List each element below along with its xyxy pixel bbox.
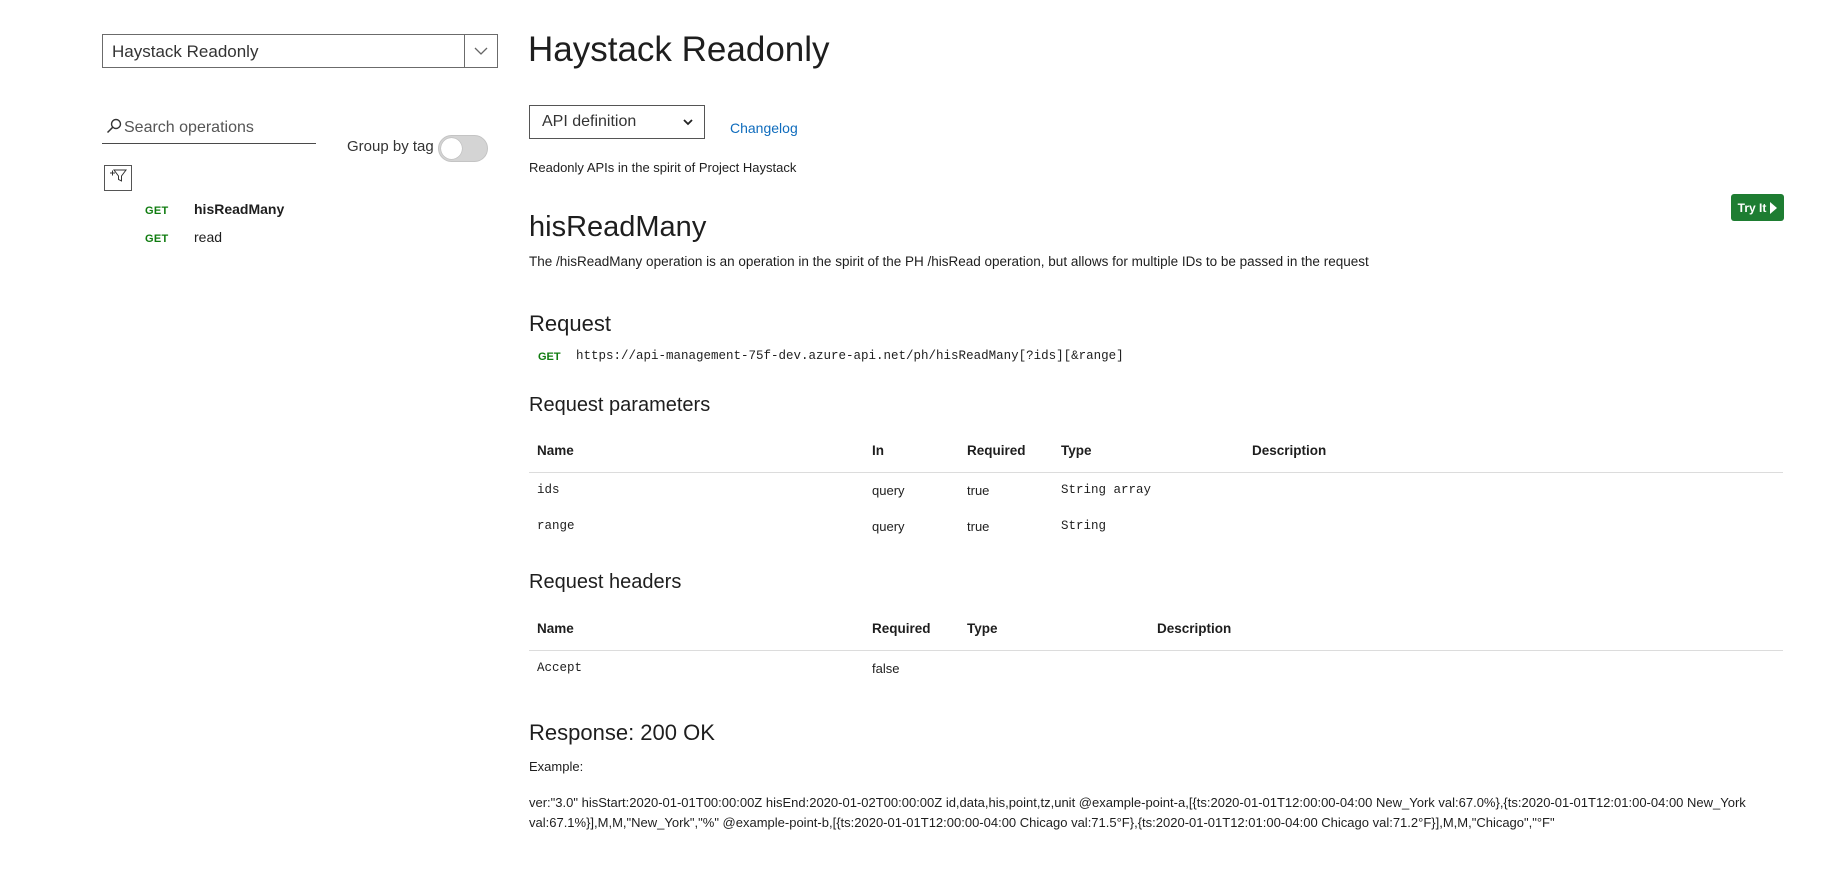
api-selector-dropdown[interactable]: Haystack Readonly [102,34,498,68]
param-in: query [872,519,905,534]
param-type: String array [1061,483,1152,497]
params-col-required: Required [967,443,1026,458]
api-selector-value: Haystack Readonly [112,42,259,61]
params-col-name: Name [537,443,574,458]
page-title: Haystack Readonly [528,30,830,69]
response-example: ver:"3.0" hisStart:2020-01-01T00:00:00Z … [529,795,1746,830]
play-icon [1770,201,1778,214]
param-name: ids [537,483,560,497]
param-type: String [1061,519,1107,533]
group-by-tag-toggle[interactable] [438,135,488,162]
definition-select-value: API definition [542,113,637,130]
param-in: query [872,483,905,498]
api-description: Readonly APIs in the spirit of Project H… [529,160,797,175]
headers-col-description: Description [1157,621,1232,636]
toggle-knob [441,138,462,159]
headers-col-required: Required [872,621,931,636]
param-required: true [967,483,990,498]
headers-col-type: Type [967,621,998,636]
request-url: https://api-management-75f-dev.azure-api… [576,349,1124,363]
example-label: Example: [529,759,584,774]
params-col-type: Type [1061,443,1092,458]
request-parameters-heading: Request parameters [529,394,711,416]
filter-button[interactable] [104,165,132,191]
params-col-in: In [872,443,884,458]
operation-item-read[interactable]: GET read [145,227,465,251]
try-it-label: Try It [1737,200,1767,215]
header-name: Accept [537,661,583,675]
changelog-link[interactable]: Changelog [730,120,798,136]
search-icon [106,118,122,139]
headers-col-name: Name [537,621,574,636]
operation-item-hisreadmany[interactable]: GET hisReadMany [145,199,465,223]
try-it-button[interactable]: Try It [1731,194,1784,221]
params-col-description: Description [1252,443,1327,458]
definition-select[interactable]: API definition [529,105,705,139]
request-headers-heading: Request headers [529,571,682,593]
response-heading: Response: 200 OK [529,720,715,745]
operation-description: The /hisReadMany operation is an operati… [529,254,1369,269]
table-divider [529,650,1783,651]
get-method-badge: GET [145,205,169,217]
request-method-badge: GET [538,351,561,363]
param-required: true [967,519,990,534]
search-input[interactable] [124,116,312,140]
chevron-down-icon [682,115,694,133]
operation-name: read [194,229,223,245]
operation-title: hisReadMany [529,211,707,243]
header-required: false [872,661,900,676]
table-divider [529,472,1783,473]
filter-icon [109,169,127,188]
param-name: range [537,519,575,533]
chevron-down-icon[interactable] [464,35,497,67]
get-method-badge: GET [145,233,169,245]
request-heading: Request [529,311,611,336]
search-box [102,114,316,144]
operation-name: hisReadMany [194,201,285,217]
group-by-tag-label: Group by tag [347,138,434,155]
